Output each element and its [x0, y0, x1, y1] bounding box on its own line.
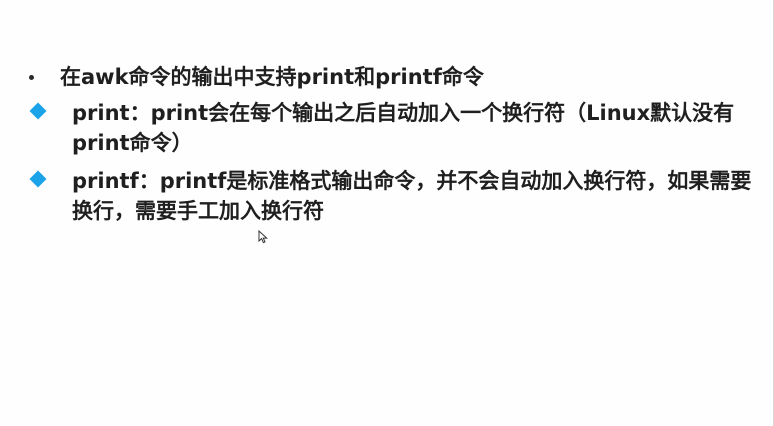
bullet-list: 在awk命令的输出中支持print和printf命令 print：print会在… [28, 62, 758, 234]
bullet-text: print：print会在每个输出之后自动加入一个换行符（Linux默认没有pr… [72, 101, 735, 155]
bullet-item-awk-output: 在awk命令的输出中支持print和printf命令 [28, 62, 758, 92]
bullet-item-print: print：print会在每个输出之后自动加入一个换行符（Linux默认没有pr… [28, 98, 758, 158]
bullet-text: 在awk命令的输出中支持print和printf命令 [60, 65, 484, 89]
bullet-dot-icon [29, 75, 34, 80]
bullet-item-printf: printf：printf是标准格式输出命令，并不会自动加入换行符，如果需要换行… [28, 166, 758, 226]
bullet-text: printf：printf是标准格式输出命令，并不会自动加入换行符，如果需要换行… [72, 169, 752, 223]
slide-canvas: 在awk命令的输出中支持print和printf命令 print：print会在… [0, 0, 774, 426]
mouse-pointer-icon [258, 230, 268, 244]
diamond-bullet-icon [29, 170, 47, 188]
diamond-bullet-icon [29, 102, 47, 120]
